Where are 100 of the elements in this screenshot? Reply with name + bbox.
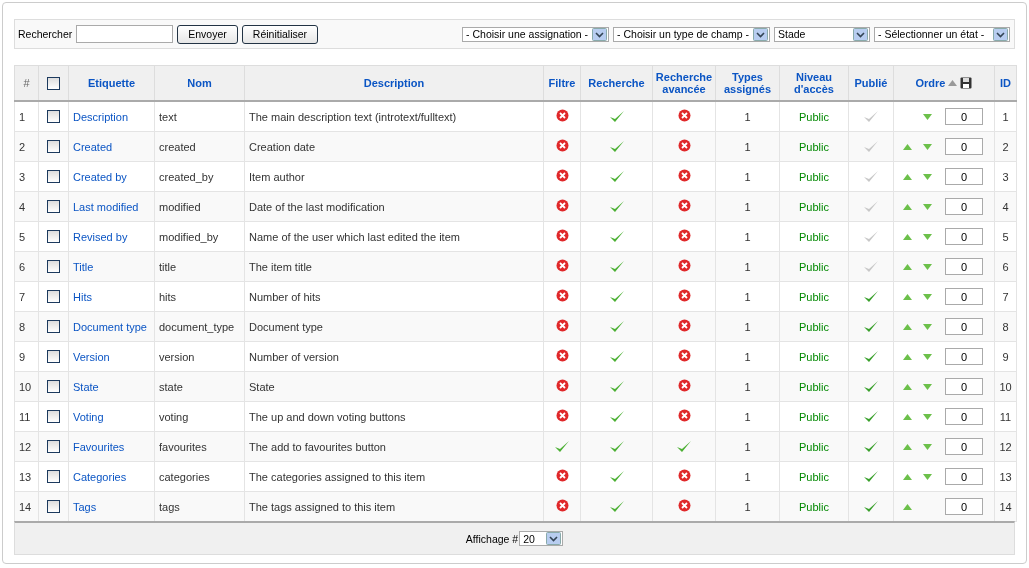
check-icon[interactable]: [863, 498, 879, 513]
check-icon[interactable]: [863, 408, 879, 423]
order-field[interactable]: 0: [945, 228, 983, 245]
down-arrow-icon[interactable]: [922, 443, 932, 450]
up-arrow-icon[interactable]: [902, 173, 912, 180]
column-header[interactable]: Ordre: [915, 77, 946, 89]
row-checkbox[interactable]: [47, 380, 60, 394]
up-arrow-icon[interactable]: [902, 233, 912, 240]
row-checkbox[interactable]: [47, 200, 60, 214]
row-checkbox[interactable]: [47, 170, 60, 184]
down-arrow-icon[interactable]: [922, 293, 932, 300]
order-field[interactable]: 0: [945, 288, 983, 305]
check-icon[interactable]: [863, 108, 879, 123]
row-checkbox[interactable]: [47, 350, 60, 364]
select-all-checkbox[interactable]: [47, 76, 60, 90]
check-icon[interactable]: [863, 348, 879, 363]
row-checkbox[interactable]: [47, 140, 60, 154]
save-icon[interactable]: [960, 77, 973, 89]
column-header[interactable]: Nom: [154, 65, 245, 101]
up-arrow-icon[interactable]: [902, 353, 912, 360]
column-header[interactable]: Filtre: [543, 65, 581, 101]
order-field[interactable]: 0: [945, 108, 983, 125]
column-header[interactable]: Recherche: [580, 65, 653, 101]
down-arrow-icon[interactable]: [922, 323, 932, 330]
up-arrow-icon[interactable]: [902, 413, 912, 420]
column-header[interactable]: Recherche avancée: [652, 65, 716, 101]
table-cell: version: [154, 341, 245, 372]
field-label-link[interactable]: Hits: [73, 290, 92, 303]
row-checkbox[interactable]: [47, 500, 60, 514]
up-arrow-icon[interactable]: [902, 443, 912, 450]
down-arrow-icon[interactable]: [922, 383, 932, 390]
check-icon[interactable]: [863, 138, 879, 153]
filter-select[interactable]: - Choisir une assignation -: [462, 26, 610, 42]
order-field[interactable]: 0: [945, 318, 983, 335]
order-field[interactable]: 0: [945, 408, 983, 425]
down-arrow-icon[interactable]: [922, 203, 932, 210]
field-label-link[interactable]: Tags: [73, 500, 97, 513]
up-arrow-icon[interactable]: [902, 473, 912, 480]
check-icon[interactable]: [863, 228, 879, 243]
down-arrow-icon[interactable]: [922, 353, 932, 360]
up-arrow-icon[interactable]: [902, 263, 912, 270]
column-header[interactable]: Etiquette: [68, 65, 155, 101]
row-checkbox[interactable]: [47, 230, 60, 244]
row-checkbox[interactable]: [47, 440, 60, 454]
table-cell: Number of version: [244, 341, 544, 372]
order-field[interactable]: 0: [945, 498, 983, 515]
down-arrow-icon[interactable]: [922, 173, 932, 180]
limit-select[interactable]: 20: [519, 531, 564, 546]
check-icon[interactable]: [863, 198, 879, 213]
field-label-link[interactable]: State: [73, 380, 99, 393]
row-checkbox[interactable]: [47, 410, 60, 424]
filter-select[interactable]: - Sélectionner un état -: [874, 26, 1010, 42]
reset-button[interactable]: Réinitialiser: [241, 24, 319, 44]
down-arrow-icon[interactable]: [922, 413, 932, 420]
order-field[interactable]: 0: [945, 348, 983, 365]
row-number: 7: [14, 281, 39, 312]
field-label-link[interactable]: Voting: [73, 410, 104, 423]
column-header[interactable]: Niveau d'accès: [779, 65, 849, 101]
check-icon[interactable]: [863, 438, 879, 453]
row-checkbox[interactable]: [47, 470, 60, 484]
up-arrow-icon[interactable]: [902, 323, 912, 330]
down-arrow-icon[interactable]: [922, 263, 932, 270]
up-arrow-icon[interactable]: [902, 293, 912, 300]
search-field[interactable]: [76, 25, 174, 43]
row-checkbox[interactable]: [47, 110, 60, 124]
up-arrow-icon[interactable]: [902, 503, 912, 510]
field-label-link[interactable]: Version: [73, 350, 110, 363]
check-icon[interactable]: [863, 318, 879, 333]
order-field[interactable]: 0: [945, 198, 983, 215]
up-arrow-icon[interactable]: [902, 203, 912, 210]
down-arrow-icon[interactable]: [922, 113, 932, 120]
row-checkbox[interactable]: [47, 290, 60, 304]
column-header[interactable]: ID: [994, 65, 1017, 101]
row-number: 3: [14, 161, 39, 192]
check-icon[interactable]: [863, 468, 879, 483]
order-field[interactable]: 0: [945, 378, 983, 395]
up-arrow-icon[interactable]: [902, 143, 912, 150]
filter-select[interactable]: Stade: [774, 26, 870, 42]
down-arrow-icon[interactable]: [922, 233, 932, 240]
row-checkbox[interactable]: [47, 260, 60, 274]
column-header[interactable]: Types assignés: [715, 65, 780, 101]
up-arrow-icon[interactable]: [902, 383, 912, 390]
check-icon[interactable]: [863, 378, 879, 393]
check-icon[interactable]: [863, 288, 879, 303]
order-field[interactable]: 0: [945, 168, 983, 185]
down-arrow-icon[interactable]: [922, 143, 932, 150]
submit-button[interactable]: Envoyer: [177, 24, 238, 44]
order-field[interactable]: 0: [945, 258, 983, 275]
column-header[interactable]: Description: [244, 65, 544, 101]
order-field[interactable]: 0: [945, 138, 983, 155]
check-icon[interactable]: [863, 258, 879, 273]
field-label-link[interactable]: Created: [73, 140, 113, 153]
check-icon[interactable]: [863, 168, 879, 183]
filter-select[interactable]: - Choisir un type de champ -: [613, 26, 770, 42]
down-arrow-icon[interactable]: [922, 473, 932, 480]
order-field[interactable]: 0: [945, 438, 983, 455]
order-field[interactable]: 0: [945, 468, 983, 485]
row-checkbox[interactable]: [47, 320, 60, 334]
field-label-link[interactable]: Title: [73, 260, 94, 273]
column-header[interactable]: Publié: [848, 65, 894, 101]
